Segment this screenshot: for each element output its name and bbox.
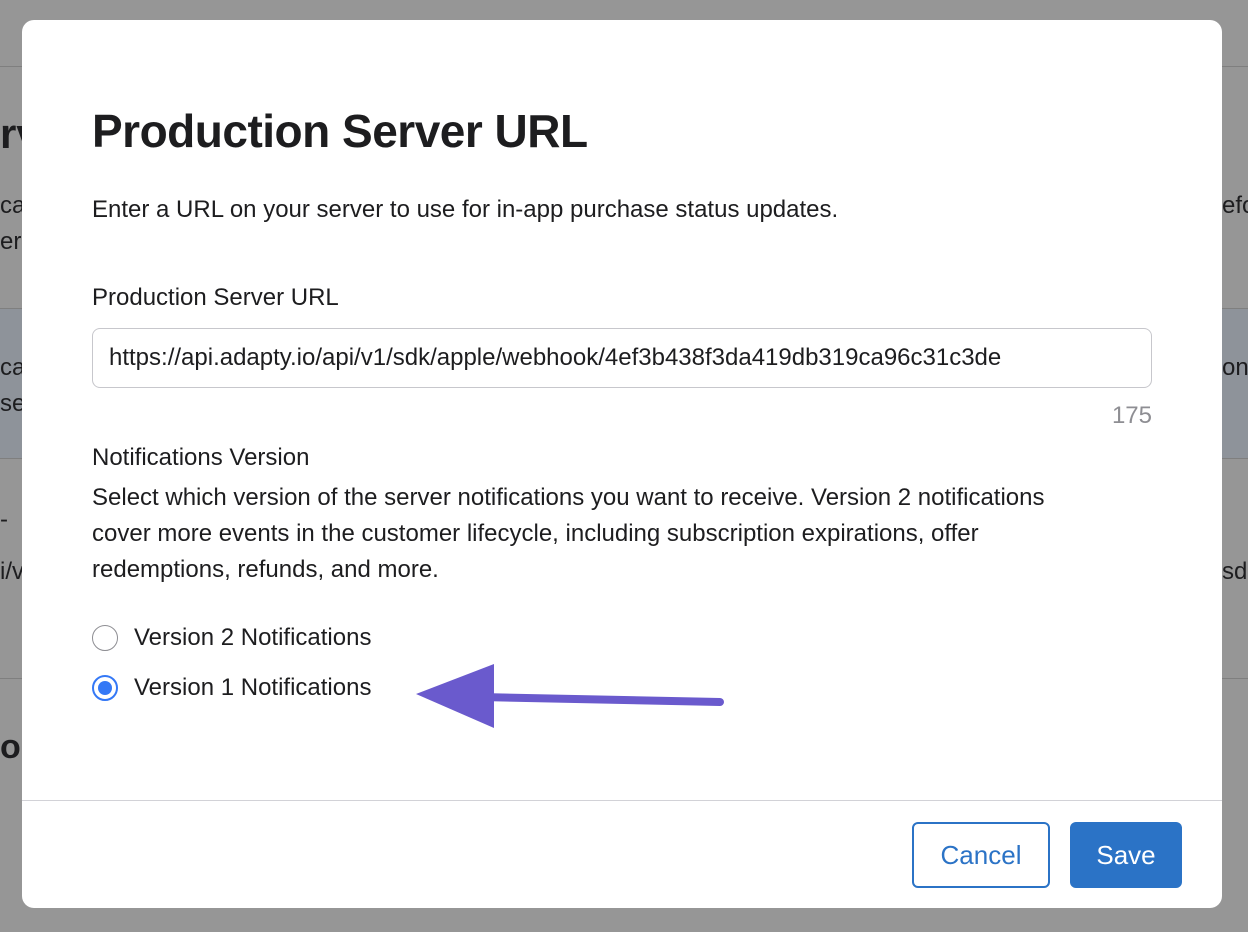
background-fragment: efo xyxy=(1222,192,1248,219)
notifications-version-description: Select which version of the server notif… xyxy=(92,484,1045,583)
radio-button-version-2[interactable] xyxy=(92,625,118,651)
production-server-url-input[interactable] xyxy=(92,328,1152,388)
save-button[interactable]: Save xyxy=(1070,822,1182,888)
background-fragment: - xyxy=(0,506,8,533)
background-fragment: sd xyxy=(1222,558,1248,585)
radio-label-version-2: Version 2 Notifications xyxy=(134,624,372,651)
url-field-label: Production Server URL xyxy=(92,284,339,311)
dialog-description: Enter a URL on your server to use for in… xyxy=(92,196,839,223)
background-fragment: ons xyxy=(1222,354,1248,381)
radio-option-version-2[interactable]: Version 2 Notifications xyxy=(92,620,371,656)
radio-option-version-1[interactable]: Version 1 Notifications xyxy=(92,670,371,706)
cancel-button[interactable]: Cancel xyxy=(912,822,1050,888)
background-fragment: o xyxy=(0,728,21,766)
radio-label-version-1: Version 1 Notifications xyxy=(134,674,372,701)
character-count: 175 xyxy=(1111,402,1152,429)
radio-button-version-1[interactable] xyxy=(92,675,118,701)
background-fragment: er xyxy=(0,228,22,255)
dialog-title: Production Server URL xyxy=(92,105,588,157)
background-fragment: i/v xyxy=(0,558,24,585)
footer-divider xyxy=(22,800,1222,801)
notifications-version-title: Notifications Version xyxy=(92,444,310,471)
production-server-url-dialog: Production Server URL Enter a URL on you… xyxy=(22,20,1222,908)
